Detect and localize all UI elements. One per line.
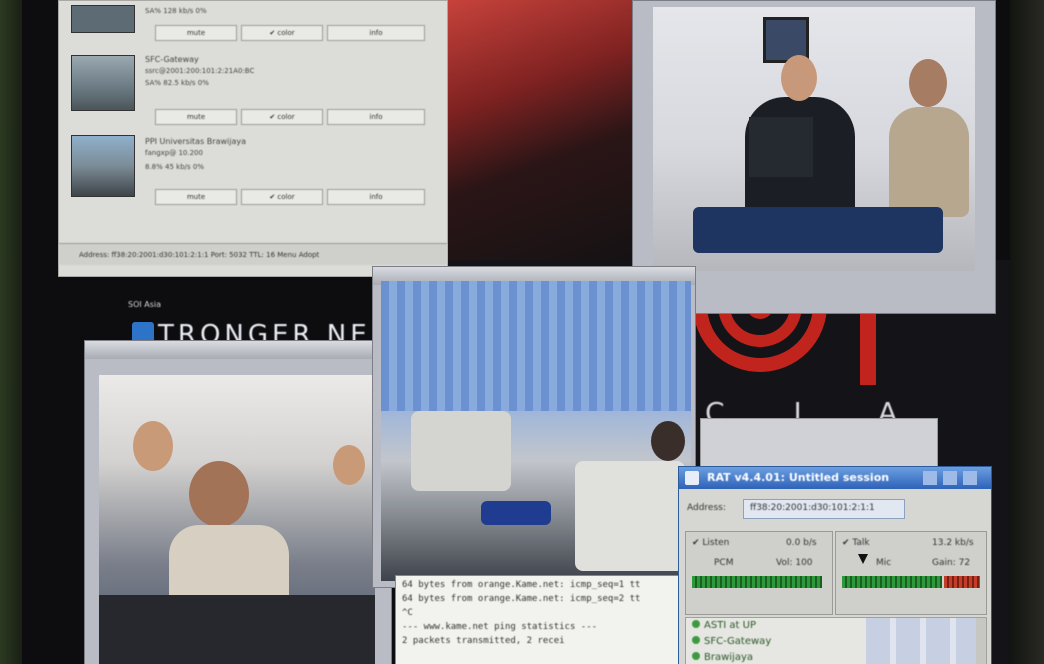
gray-dialog-behind (700, 418, 938, 470)
window-menu-icon[interactable] (685, 471, 699, 485)
volume-label: Vol: 100 (776, 558, 813, 568)
terminal-line: ^C (402, 608, 413, 618)
minimize-icon[interactable] (923, 471, 937, 485)
video-window-audience[interactable] (84, 340, 392, 664)
person-head (651, 421, 685, 461)
site-name: Brawijaya (704, 652, 754, 663)
participant-address: ssrc@2001:200:101:2:21A0:BC (145, 67, 255, 75)
terminal-line: --- www.kame.net ping statistics --- (402, 622, 598, 632)
crt-monitor (411, 411, 511, 491)
mute-button[interactable]: mute (155, 109, 237, 125)
site-name: ASTI at UP (704, 620, 757, 631)
listen-panel: ✔ Listen 0.0 b/s PCM Vol: 100 (685, 531, 833, 615)
session-status-bar: Address: ff38:20:2001:d30:101:2:1:1 Port… (59, 243, 447, 265)
soi-asia-label: SOI Asia (128, 300, 162, 309)
terminal-line: 64 bytes from orange.Kame.net: icmp_seq=… (402, 594, 641, 604)
terminal-line: 2 packets transmitted, 2 recei (402, 636, 565, 646)
participant-row: PPI Universitas Brawijaya fangxp@ 10.200… (65, 131, 439, 209)
site-meters (866, 618, 976, 664)
listen-checkbox[interactable]: ✔ Listen (692, 538, 729, 548)
participant-stats: SA% 82.5 kb/s 0% (145, 79, 209, 87)
talk-panel: ✔ Talk 13.2 kb/s Mic Gain: 72 (835, 531, 987, 615)
rat-title: RAT v4.4.01: Untitled session (707, 471, 890, 484)
close-icon[interactable] (963, 471, 977, 485)
rat-titlebar[interactable]: RAT v4.4.01: Untitled session (679, 467, 991, 489)
speaker-face (189, 461, 249, 527)
site-status-icon (692, 636, 700, 644)
site-status-icon (692, 620, 700, 628)
info-button[interactable]: info (327, 109, 425, 125)
site-status-icon (692, 652, 700, 660)
video-frame (99, 375, 375, 664)
participant-video-thumbnail[interactable] (71, 5, 135, 33)
presenter-right-face (909, 59, 947, 107)
site-list: ASTI at UP SFC-Gateway Brawijaya (685, 617, 987, 664)
site-list-item[interactable]: SFC-Gateway (692, 636, 771, 647)
participant-video-thumbnail[interactable] (71, 55, 135, 111)
participant-name: PPI Universitas Brawijaya (145, 137, 246, 146)
desktop-wallpaper-red (440, 0, 640, 260)
talk-checkbox[interactable]: ✔ Talk (842, 538, 870, 548)
participant-video-thumbnail[interactable] (71, 135, 135, 197)
color-toggle[interactable]: ✔ color (241, 25, 323, 41)
attendee-face (333, 445, 365, 485)
conference-table (693, 207, 943, 253)
site-list-item[interactable]: ASTI at UP (692, 620, 756, 631)
photo-of-monitor: C L A SA% 128 kb/s 0% mute ✔ color info … (0, 0, 1044, 664)
participant-list-window: SA% 128 kb/s 0% mute ✔ color info SFC-Ga… (58, 0, 448, 277)
site-list-item[interactable]: Brawijaya (692, 652, 753, 663)
terminal-line: 64 bytes from orange.Kame.net: icmp_seq=… (402, 580, 641, 590)
input-level-meter (842, 576, 942, 588)
talk-rate: 13.2 kb/s (932, 538, 974, 548)
monitor-bezel-left (0, 0, 22, 664)
listen-rate: 0.0 b/s (786, 538, 817, 548)
output-level-meter (692, 576, 822, 588)
participant-stats: SA% 128 kb/s 0% (145, 7, 207, 15)
laptop (749, 117, 813, 177)
address-label: Address: (687, 503, 726, 513)
terminal-window[interactable]: 64 bytes from orange.Kame.net: icmp_seq=… (395, 575, 692, 664)
telephone (481, 501, 551, 525)
video-window-office[interactable] (372, 266, 696, 588)
video-frame (653, 7, 975, 271)
address-value: ff38:20:2001:d30:101:2:1:1 (750, 503, 875, 513)
site-name: SFC-Gateway (704, 636, 772, 647)
mute-button[interactable]: mute (155, 25, 237, 41)
mouse-cursor-icon (858, 554, 868, 564)
participant-stats: 8.8% 45 kb/s 0% (145, 163, 204, 171)
participant-row: SFC-Gateway ssrc@2001:200:101:2:21A0:BC … (65, 51, 439, 129)
mute-button[interactable]: mute (155, 189, 237, 205)
output-device-label[interactable]: PCM (714, 558, 733, 568)
presenter-right (889, 107, 969, 217)
info-button[interactable]: info (327, 189, 425, 205)
input-level-peak (944, 576, 980, 588)
rat-audio-tool-window: RAT v4.4.01: Untitled session Address: f… (678, 466, 992, 664)
address-field[interactable]: ff38:20:2001:d30:101:2:1:1 (743, 499, 905, 519)
curtains (381, 281, 691, 411)
gain-label: Gain: 72 (932, 558, 971, 568)
participant-name: SFC-Gateway (145, 55, 199, 64)
maximize-icon[interactable] (943, 471, 957, 485)
monitor-bezel-right (1010, 0, 1044, 664)
crt-monitor (575, 461, 685, 571)
color-toggle[interactable]: ✔ color (241, 189, 323, 205)
presenter-left-face (781, 55, 817, 101)
color-toggle[interactable]: ✔ color (241, 109, 323, 125)
window-titlebar[interactable] (85, 341, 391, 359)
video-frame (381, 281, 691, 581)
info-button[interactable]: info (327, 25, 425, 41)
scrollbar[interactable] (976, 618, 986, 664)
participant-address: fangxp@ 10.200 (145, 149, 203, 157)
attendee-face (133, 421, 173, 471)
input-device-label[interactable]: Mic (876, 558, 891, 568)
seats (99, 595, 375, 664)
